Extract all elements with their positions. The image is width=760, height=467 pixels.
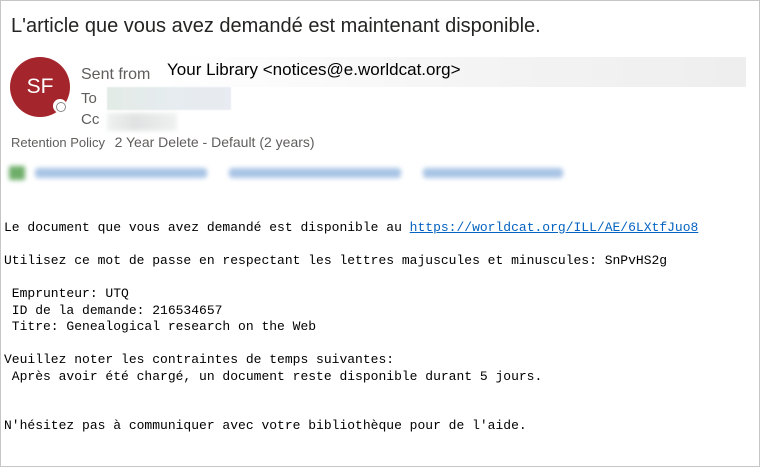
body-line-title: Titre: Genealogical research on the Web <box>4 319 317 334</box>
body-line-closing: N'hésitez pas à communiquer avec votre b… <box>4 418 527 433</box>
cc-recipient-redacted <box>107 113 177 131</box>
body-line-constraints-heading: Veuillez noter les contraintes de temps … <box>4 352 395 367</box>
translate-icon <box>9 166 25 180</box>
body-line-constraint: Après avoir été chargé, un document rest… <box>4 368 543 384</box>
never-translate-link-blurred[interactable] <box>229 168 401 178</box>
sender-address[interactable]: Your Library <notices@e.worldcat.org> <box>161 57 746 87</box>
translation-bar-blurred <box>9 163 563 183</box>
translate-message-link-blurred[interactable] <box>35 168 207 178</box>
email-subject: L'article que vous avez demandé est main… <box>11 15 541 37</box>
email-reading-pane: L'article que vous avez demandé est main… <box>0 0 760 467</box>
to-recipient-redacted <box>107 87 231 110</box>
document-link[interactable]: https://worldcat.org/ILL/AE/6LXtfJuo8 <box>410 220 699 235</box>
from-label: Sent from <box>81 66 151 83</box>
email-body: Le document que vous avez demandé est di… <box>4 220 698 435</box>
presence-status-icon <box>53 99 67 113</box>
to-label: To <box>81 90 97 107</box>
retention-policy-label: Retention Policy <box>11 135 105 150</box>
body-line-request-id: ID de la demande: 216534657 <box>4 302 223 318</box>
retention-policy-value[interactable]: 2 Year Delete - Default (2 years) <box>115 134 315 150</box>
body-line-document: Le document que vous avez demandé est di… <box>4 220 410 235</box>
body-line-borrower: Emprunteur: UTQ <box>4 286 129 301</box>
translation-preferences-link-blurred[interactable] <box>423 168 563 178</box>
retention-policy: Retention Policy 2 Year Delete - Default… <box>11 134 315 150</box>
cc-label: Cc <box>81 111 100 128</box>
body-line-password: Utilisez ce mot de passe en respectant l… <box>4 253 668 268</box>
